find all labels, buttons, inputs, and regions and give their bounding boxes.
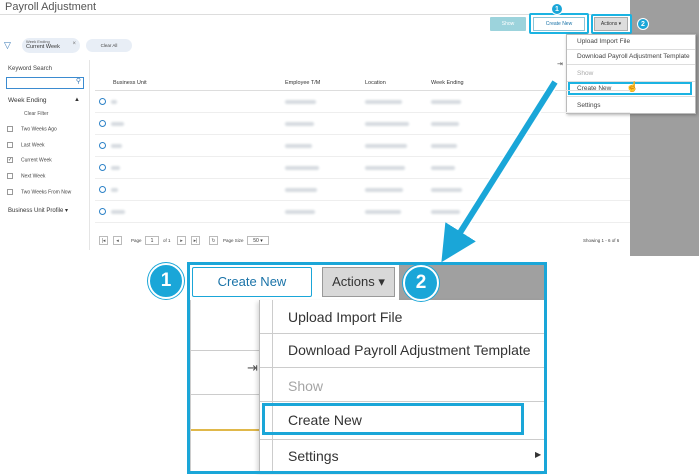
callout-frame [187, 262, 547, 474]
zoomed-actions-callout: Create New Actions ▾ ⇥ Upload Import Fil… [184, 260, 549, 475]
tutorial-screenshot: Payroll Adjustment Show Create New 1 Act… [0, 0, 699, 475]
callout-badge-1-large: 1 [148, 263, 184, 299]
callout-badge-2-large: 2 [403, 265, 439, 301]
